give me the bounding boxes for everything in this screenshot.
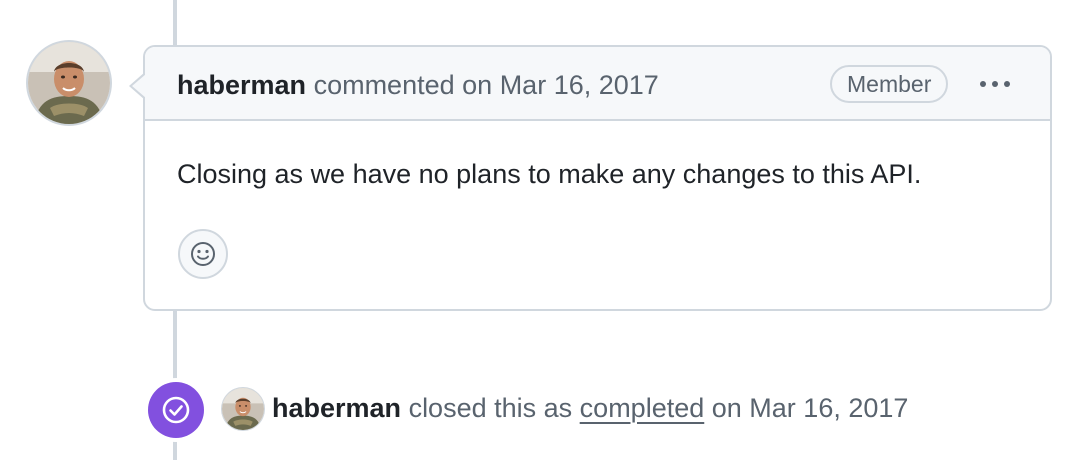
comment-caret-fill [132, 74, 146, 98]
closed-event-badge [148, 382, 204, 438]
comment-date-link[interactable]: Mar 16, 2017 [500, 70, 659, 100]
closed-event-text: haberman closed this as completed on Mar… [272, 392, 908, 424]
add-reaction-button[interactable] [178, 229, 228, 279]
comment-body: Closing as we have no plans to make any … [177, 159, 922, 189]
comment-author-avatar[interactable] [28, 42, 110, 124]
member-badge: Member [830, 65, 949, 103]
event-author-avatar[interactable] [222, 388, 264, 430]
comment-card: haberman commented on Mar 16, 2017 Membe… [129, 45, 1052, 311]
comment-author-link[interactable]: haberman [177, 70, 306, 100]
event-date-link[interactable]: on Mar 16, 2017 [712, 393, 909, 423]
check-circle-icon [162, 396, 190, 424]
issue-timeline: haberman commented on Mar 16, 2017 Membe… [0, 0, 1078, 460]
event-author-link[interactable]: haberman [272, 393, 401, 423]
completed-link[interactable]: completed [580, 393, 705, 423]
smiley-icon [191, 242, 215, 266]
comment-action: commented on [313, 70, 493, 100]
comment-header-text: haberman commented on Mar 16, 2017 [177, 69, 659, 101]
comment-header: haberman commented on Mar 16, 2017 Membe… [132, 47, 1050, 121]
kebab-horizontal-icon[interactable] [975, 67, 1015, 101]
event-action: closed this as [408, 393, 573, 423]
